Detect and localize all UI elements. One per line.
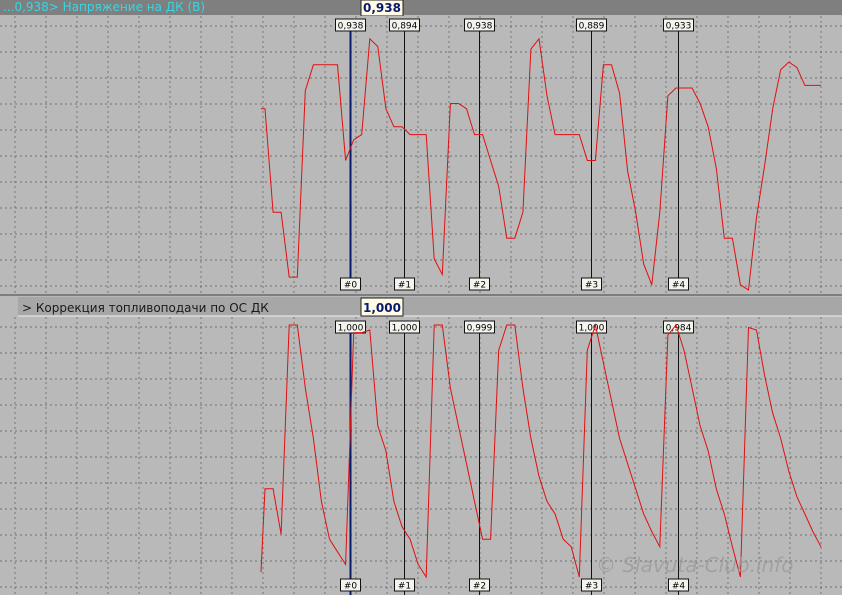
bottom-marker-value-0: 1,000: [338, 324, 364, 334]
top-marker-value-1: 0,894: [392, 22, 418, 32]
bottom-marker-label-4: #4: [672, 582, 686, 592]
top-marker-value-2: 0,938: [467, 22, 493, 32]
bottom-marker-label-3: #3: [585, 582, 598, 592]
bottom-marker-value-3: 1,000: [579, 324, 605, 334]
top-panel-title: ...0,938> Напряжение на ДК (В): [3, 0, 205, 14]
top-plot-area[interactable]: 0,938 #0 0,894 #1 0,938 #2 0,889 #3 0,933 #4: [0, 16, 842, 294]
bottom-readout-value: 1,000: [363, 301, 401, 315]
bottom-marker-label-0: #0: [344, 582, 358, 592]
top-marker-label-3: #3: [585, 281, 598, 291]
bottom-marker-value-2: 0,999: [467, 324, 493, 334]
top-marker-value-3: 0,889: [579, 22, 605, 32]
bottom-marker-label-2: #2: [473, 582, 486, 592]
watermark-text: © Slavuta-Club.info: [596, 553, 793, 577]
chart-canvas: ...0,938> Напряжение на ДК (В) 0,938 0,9…: [0, 0, 842, 595]
bottom-marker-value-1: 1,000: [392, 324, 418, 334]
top-marker-value-4: 0,933: [666, 22, 692, 32]
top-marker-label-2: #2: [473, 281, 486, 291]
bottom-panel-title: > Коррекция топливоподачи по ОС ДК: [22, 301, 269, 315]
top-marker-label-1: #1: [398, 281, 411, 291]
top-marker-label-4: #4: [672, 281, 686, 291]
bottom-marker-label-1: #1: [398, 582, 411, 592]
top-readout-value: 0,938: [363, 1, 401, 15]
top-marker-label-0: #0: [344, 281, 358, 291]
top-marker-value-0: 0,938: [338, 22, 364, 32]
